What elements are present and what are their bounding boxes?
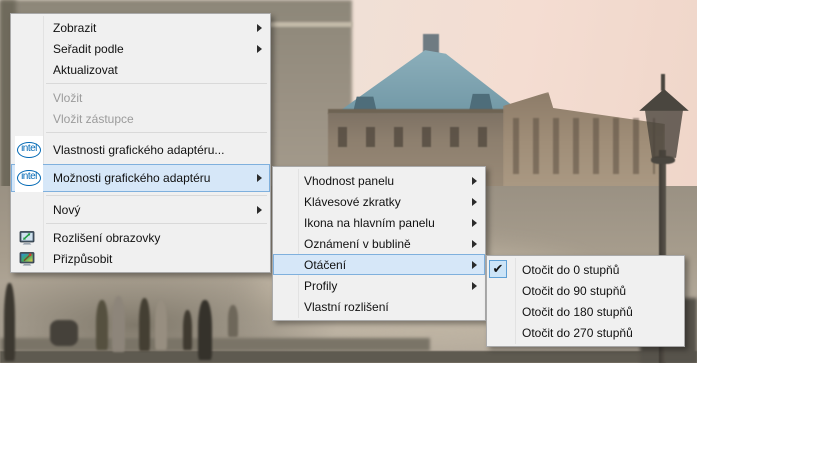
wallpaper-curb [0,351,697,363]
submenu-item-oznameni-v-bubline[interactable]: Oznámení v bublině [273,233,485,254]
graphics-options-submenu: Vhodnost panelu Klávesové zkratky Ikona … [272,166,486,321]
menu-separator [46,132,267,133]
menu-item-label: Vlastní rozlišení [304,299,389,314]
menu-separator [46,83,267,84]
menu-item-label: Rozlišení obrazovky [53,230,161,245]
menu-separator [46,195,267,196]
wallpaper-pedestrian [198,300,212,360]
rotation-item-90[interactable]: Otočit do 90 stupňů [487,280,684,301]
menu-item-label: Vložit [53,90,83,105]
submenu-item-ikona-na-hlavnim-panelu[interactable]: Ikona na hlavním panelu [273,212,485,233]
menu-item-label: Klávesové zkratky [304,194,401,209]
submenu-item-otaceni[interactable]: Otáčení [273,254,485,275]
submenu-arrow-icon [472,281,477,290]
menu-item-prizpusobit[interactable]: Přizpůsobit [11,248,270,269]
menu-item-label: Seřadit podle [53,41,124,56]
menu-separator [46,223,267,224]
submenu-item-vlastni-rozliseni[interactable]: Vlastní rozlišení [273,296,485,317]
menu-item-zobrazit[interactable]: Zobrazit [11,17,270,38]
menu-item-rozliseni-obrazovky[interactable]: Rozlišení obrazovky [11,227,270,248]
submenu-arrow-icon [472,239,477,248]
intel-logo-icon: intel [15,164,43,192]
menu-item-label: Otočit do 270 stupňů [522,325,633,340]
wallpaper-cornice [268,22,352,27]
rotation-item-0[interactable]: ✔ Otočit do 0 stupňů [487,259,684,280]
menu-item-label: Zobrazit [53,20,97,35]
wallpaper-pedestrian [50,320,78,346]
wallpaper-windows [513,118,655,174]
wallpaper-pedestrian [4,283,15,361]
rotation-submenu: ✔ Otočit do 0 stupňů Otočit do 90 stupňů… [486,255,685,347]
menu-item-label: Ikona na hlavním panelu [304,215,435,230]
wallpaper-pedestrian [139,298,150,351]
submenu-item-vhodnost-panelu[interactable]: Vhodnost panelu [273,170,485,191]
submenu-arrow-icon [472,176,477,185]
menu-item-novy[interactable]: Nový [11,199,270,220]
menu-item-label: Vhodnost panelu [304,173,395,188]
menu-item-aktualizovat[interactable]: Aktualizovat [11,59,270,80]
checkmark-icon: ✔ [489,260,507,278]
submenu-arrow-icon [472,218,477,227]
menu-item-vlozit-zastupce: Vložit zástupce [11,108,270,129]
menu-item-label: Otáčení [304,257,347,272]
rotation-item-270[interactable]: Otočit do 270 stupňů [487,322,684,343]
menu-item-seradit-podle[interactable]: Seřadit podle [11,38,270,59]
submenu-arrow-icon [472,197,477,206]
menu-item-vlastnosti-grafickeho-adapteru[interactable]: intel Vlastnosti grafického adaptéru... [11,136,270,164]
wallpaper-pedestrian [155,300,167,350]
menu-item-label: Vlastnosti grafického adaptéru... [53,143,225,157]
menu-item-label: Profily [304,278,338,293]
submenu-arrow-icon [257,205,262,214]
submenu-item-klavesove-zkratky[interactable]: Klávesové zkratky [273,191,485,212]
menu-item-label: Otočit do 0 stupňů [522,262,620,277]
street-lamp-finial [661,74,665,91]
menu-item-label: Otočit do 180 stupňů [522,304,633,319]
submenu-item-profily[interactable]: Profily [273,275,485,296]
wallpaper-pedestrian [96,300,108,350]
submenu-arrow-icon [257,174,262,182]
display-resolution-icon [19,230,35,245]
wallpaper-pedestrian [183,310,192,350]
personalize-icon [19,251,35,266]
wallpaper-windows [338,127,514,147]
submenu-arrow-icon [257,44,262,53]
menu-item-label: Oznámení v bublině [304,236,411,251]
intel-logo-icon: intel [15,136,43,164]
menu-item-label: Vložit zástupce [53,111,134,126]
menu-item-label: Přizpůsobit [53,251,113,266]
wallpaper-pedestrian [228,305,238,337]
submenu-arrow-icon [472,260,477,269]
rotation-item-180[interactable]: Otočit do 180 stupňů [487,301,684,322]
wallpaper-pedestrian [112,296,125,352]
menu-item-label: Nový [53,202,81,217]
screen: { "wallpaper": { "description": "old han… [0,0,819,460]
menu-item-label: Možnosti grafického adaptéru [53,171,211,185]
menu-item-label: Aktualizovat [53,62,118,77]
menu-item-moznosti-grafickeho-adapteru[interactable]: intel Možnosti grafického adaptéru [11,164,270,192]
menu-item-label: Otočit do 90 stupňů [522,283,627,298]
desktop-context-menu: Zobrazit Seřadit podle Aktualizovat Vlož… [10,13,271,273]
submenu-arrow-icon [257,23,262,32]
menu-item-vlozit: Vložit [11,87,270,108]
